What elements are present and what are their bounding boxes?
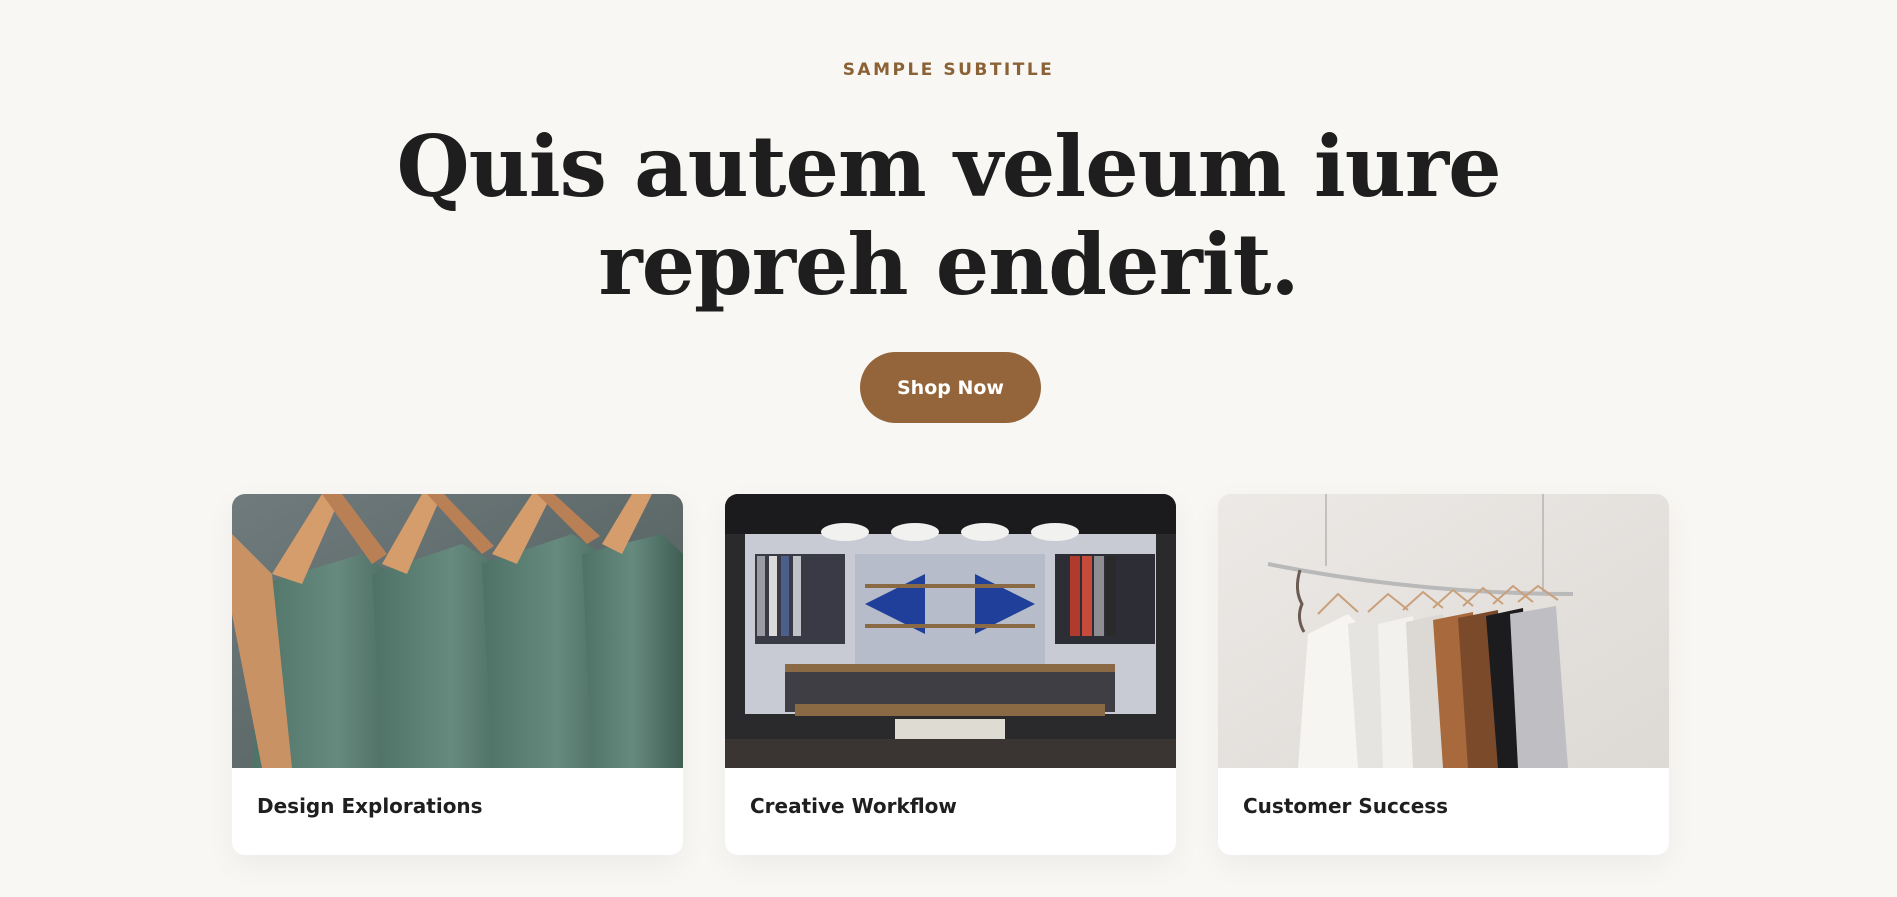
headline-line-2: repreh enderit.: [598, 215, 1299, 314]
hero-headline: Quis autem veleum iure repreh enderit.: [0, 118, 1897, 314]
hero-subtitle: SAMPLE SUBTITLE: [842, 60, 1055, 80]
headline-line-1: Quis autem veleum iure: [396, 117, 1501, 216]
card-title: Creative Workflow: [750, 794, 957, 818]
card-image-green-shirts: [232, 494, 683, 768]
card-title: Customer Success: [1243, 794, 1449, 818]
card-design-explorations[interactable]: Design Explorations: [232, 494, 683, 855]
shop-now-button[interactable]: Shop Now: [860, 352, 1041, 423]
card-image-clothes-rack: [1218, 494, 1669, 768]
card-customer-success[interactable]: Customer Success: [1218, 494, 1669, 855]
card-creative-workflow[interactable]: Creative Workflow: [725, 494, 1176, 855]
card-image-store-interior: [725, 494, 1176, 768]
card-title: Design Explorations: [257, 794, 483, 818]
